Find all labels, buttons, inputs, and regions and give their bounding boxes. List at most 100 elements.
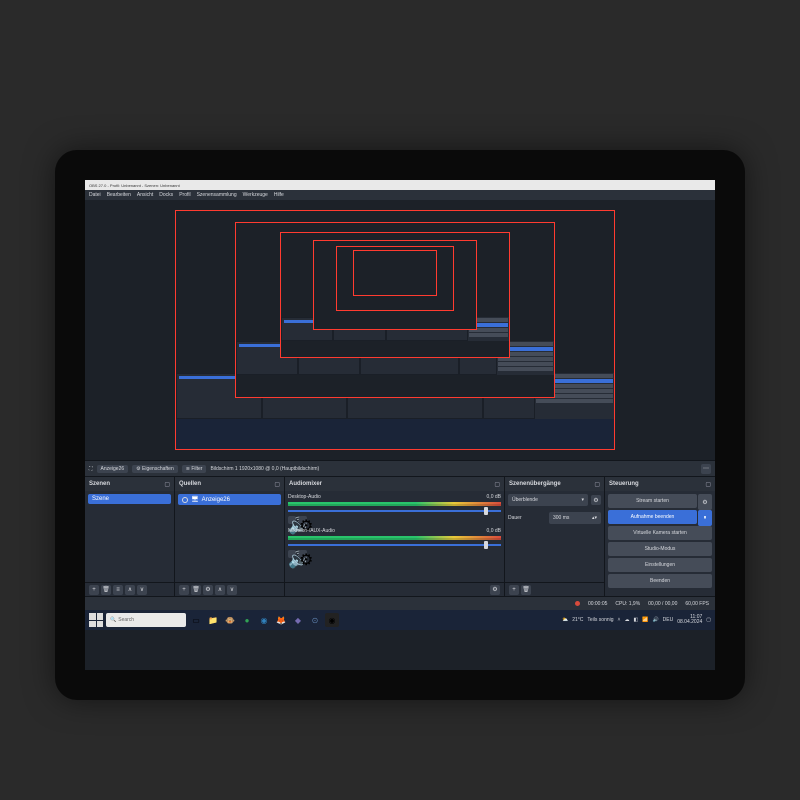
chevron-down-icon: ▾ (581, 497, 584, 503)
menu-help[interactable]: Hilfe (274, 192, 284, 198)
stepper-icon[interactable]: ▴▾ (592, 515, 597, 521)
volume-slider[interactable] (288, 508, 501, 514)
weather-icon: ⛅ (562, 617, 568, 623)
scenes-dock: Szenen ▢ Szene + 🗑 ≡ ∧ ∨ (85, 477, 175, 596)
menu-file[interactable]: Datei (89, 192, 101, 198)
transition-settings-button[interactable]: ⚙ (591, 495, 601, 505)
duration-input[interactable]: 300 ms▴▾ (549, 512, 601, 524)
source-props-button[interactable]: ⚙ (203, 585, 213, 595)
task-view-icon[interactable]: ▭ (189, 613, 203, 627)
add-transition-button[interactable]: + (509, 585, 519, 595)
mixer-channel: Mikrofon-/AUX-Audio 0,0 dB 🔊⚙ (288, 528, 501, 558)
start-stream-button[interactable]: Stream starten (608, 494, 697, 508)
filters-button[interactable]: ≋ Filter (182, 465, 207, 473)
menu-bar: Datei Bearbeiten Ansicht Docks Profil Sz… (85, 190, 715, 200)
recording-time: 00:00:05 (588, 601, 607, 607)
wifi-icon[interactable]: 📶 (642, 617, 648, 623)
visibility-icon[interactable] (182, 497, 188, 503)
vu-meter (288, 502, 501, 506)
detach-icon[interactable]: ▢ (274, 481, 280, 488)
tray-icon[interactable]: ◧ (633, 617, 638, 623)
menu-docks[interactable]: Docks (159, 192, 173, 198)
audio-mixer-dock: Audiomixer ▢ Desktop-Audio0,0 dB 🔊⚙ Mikr… (285, 477, 505, 596)
notifications-icon[interactable]: ▢ (706, 617, 711, 623)
source-up-button[interactable]: ∧ (215, 585, 225, 595)
taskbar-search[interactable]: 🔍Search (106, 613, 186, 627)
edge-icon[interactable]: ◉ (257, 613, 271, 627)
explorer-icon[interactable]: 📁 (206, 613, 220, 627)
add-source-button[interactable]: + (179, 585, 189, 595)
channel-db: 0,0 dB (487, 528, 501, 534)
channel-settings-button[interactable]: ⚙ (299, 550, 307, 558)
channel-name: Desktop-Audio (288, 494, 321, 500)
detach-icon[interactable]: ▢ (705, 481, 711, 488)
source-down-button[interactable]: ∨ (227, 585, 237, 595)
scene-down-button[interactable]: ∨ (137, 585, 147, 595)
stop-recording-button[interactable]: Aufnahme beenden (608, 510, 697, 524)
properties-button[interactable]: ⚙ Eigenschaften (132, 465, 178, 473)
channel-name: Mikrofon-/AUX-Audio (288, 528, 335, 534)
menu-edit[interactable]: Bearbeiten (107, 192, 131, 198)
mute-button[interactable]: 🔊 (288, 516, 296, 524)
window-titlebar: OBS 27.0 - Profil: Unbenannt - Szenen: U… (85, 180, 715, 190)
monitor-icon: 🖥 (191, 496, 199, 503)
sources-title: Quellen (179, 481, 201, 487)
add-scene-button[interactable]: + (89, 585, 99, 595)
remove-transition-button[interactable]: 🗑 (521, 585, 531, 595)
language-indicator[interactable]: DEU (663, 617, 674, 623)
remove-scene-button[interactable]: 🗑 (101, 585, 111, 595)
detach-icon[interactable]: ▢ (164, 481, 170, 488)
controls-dock: Steuerung ▢ Stream starten ⚙ Aufnahme be… (605, 477, 715, 596)
detach-icon[interactable]: ▢ (594, 481, 600, 488)
exit-button[interactable]: Beenden (608, 574, 712, 588)
scene-up-button[interactable]: ∧ (125, 585, 135, 595)
mixer-title: Audiomixer (289, 481, 322, 487)
clock[interactable]: 11:07 08.04.2024 (677, 615, 702, 625)
screen: OBS 27.0 - Profil: Unbenannt - Szenen: U… (85, 180, 715, 670)
onedrive-icon[interactable]: ☁ (624, 617, 629, 623)
toolbar-extra-icon[interactable]: ⋯ (701, 464, 711, 474)
pause-recording-button[interactable]: ⏸ (698, 510, 712, 526)
source-chip[interactable]: Anzeige26 (97, 465, 129, 473)
no-source-icon: ⛶ (89, 466, 93, 472)
menu-scenes[interactable]: Szenensammlung (197, 192, 237, 198)
source-item[interactable]: 🖥 Anzeige26 (178, 494, 281, 505)
recording-indicator-icon (575, 601, 580, 606)
mixer-settings-button[interactable]: ⚙ (490, 585, 500, 595)
volume-icon[interactable]: 🔊 (652, 617, 658, 623)
steam-icon[interactable]: ⊙ (308, 613, 322, 627)
disk-usage: 00,00 / 00,00 (648, 601, 677, 607)
detach-icon[interactable]: ▢ (494, 481, 500, 488)
channel-db: 0,0 dB (487, 494, 501, 500)
virtual-camera-button[interactable]: Virtuelle Kamera starten (608, 526, 712, 540)
app-icon-3[interactable]: ◆ (291, 613, 305, 627)
tray-chevron-icon[interactable]: ˄ (618, 617, 621, 623)
system-tray[interactable]: ⛅ 21°C Teils sonnig ˄ ☁ ◧ 📶 🔊 DEU 11:07 … (562, 615, 711, 625)
obs-icon[interactable]: ◉ (325, 613, 339, 627)
start-button[interactable] (89, 613, 103, 627)
weather-temp: 21°C (572, 617, 583, 623)
windows-taskbar: 🔍Search ▭ 📁 🐵 ● ◉ 🦊 ◆ ⊙ ◉ ⛅ 21°C Teils s… (85, 610, 715, 630)
volume-slider[interactable] (288, 542, 501, 548)
status-bar: 00:00:05 CPU: 1,9% 00,00 / 00,00 60,00 F… (85, 596, 715, 610)
stream-settings-button[interactable]: ⚙ (698, 494, 712, 510)
settings-button[interactable]: Einstellungen (608, 558, 712, 572)
transition-select[interactable]: Überblende▾ (508, 494, 588, 506)
menu-tools[interactable]: Werkzeuge (243, 192, 268, 198)
channel-settings-button[interactable]: ⚙ (299, 516, 307, 524)
remove-source-button[interactable]: 🗑 (191, 585, 201, 595)
vu-meter (288, 536, 501, 540)
menu-profile[interactable]: Profil (179, 192, 190, 198)
controls-title: Steuerung (609, 481, 639, 487)
menu-view[interactable]: Ansicht (137, 192, 153, 198)
mute-button[interactable]: 🔊 (288, 550, 296, 558)
firefox-icon[interactable]: 🦊 (274, 613, 288, 627)
studio-mode-button[interactable]: Studio-Modus (608, 542, 712, 556)
preview-area[interactable] (85, 200, 715, 460)
resolution-label: Bildschirm 1 1920x1080 @ 0,0 (Hauptbilds… (210, 466, 319, 472)
scene-item[interactable]: Szene (88, 494, 171, 504)
app-icon-1[interactable]: 🐵 (223, 613, 237, 627)
scene-filter-button[interactable]: ≡ (113, 585, 123, 595)
scenes-title: Szenen (89, 481, 110, 487)
app-icon-2[interactable]: ● (240, 613, 254, 627)
